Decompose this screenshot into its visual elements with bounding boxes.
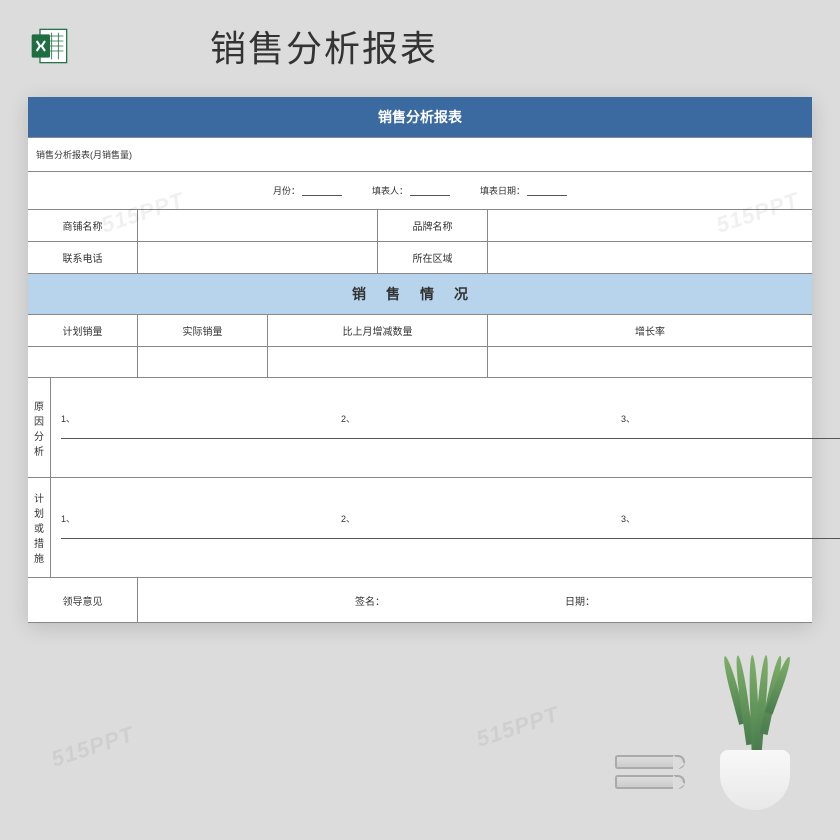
watermark: 515PPT (473, 701, 562, 752)
sheet-subtitle: 销售分析报表(月销售量) (28, 138, 812, 171)
col-growth: 增长率 (488, 315, 812, 346)
plant-decoration (710, 650, 800, 810)
signature-row: 签名： 日期： (138, 578, 812, 622)
reason-analysis-label: 原因分析 (28, 378, 51, 477)
date-label: 日期： (565, 593, 595, 608)
region-value (488, 242, 812, 273)
val-growth (488, 347, 812, 377)
sheet-title-bar: 销售分析报表 (28, 97, 812, 137)
spreadsheet-template: 销售分析报表 销售分析报表(月销售量) 月份： 填表人： 填表日期： 商铺名称 … (28, 97, 812, 623)
shop-name-value (138, 210, 378, 241)
watermark: 515PPT (48, 721, 137, 772)
phone-label: 联系电话 (28, 242, 138, 273)
leader-opinion-label: 领导意见 (28, 578, 138, 622)
page-title: 销售分析报表 (210, 20, 438, 72)
col-actual: 实际销量 (138, 315, 268, 346)
col-planned: 计划销量 (28, 315, 138, 346)
paperclip-decoration (615, 755, 685, 795)
brand-name-value (488, 210, 812, 241)
filldate-label: 填表日期： (480, 184, 567, 197)
section-header-sales: 销售情况 (28, 274, 812, 314)
val-planned (28, 347, 138, 377)
page-header: 销售分析报表 (0, 0, 840, 87)
val-delta (268, 347, 488, 377)
plan-measures-label: 计划或措施 (28, 478, 51, 577)
val-actual (138, 347, 268, 377)
signature-label: 签名： (355, 593, 385, 608)
reason-analysis-content: 1、 2、 3、 4、 (51, 378, 840, 477)
form-meta-row: 月份： 填表人： 填表日期： (28, 172, 812, 209)
brand-name-label: 品牌名称 (378, 210, 488, 241)
region-label: 所在区域 (378, 242, 488, 273)
month-label: 月份： (273, 184, 342, 197)
shop-name-label: 商铺名称 (28, 210, 138, 241)
filler-label: 填表人： (372, 184, 450, 197)
phone-value (138, 242, 378, 273)
col-delta: 比上月增减数量 (268, 315, 488, 346)
plan-measures-content: 1、 2、 3、 4、 (51, 478, 840, 577)
excel-icon (30, 26, 70, 66)
